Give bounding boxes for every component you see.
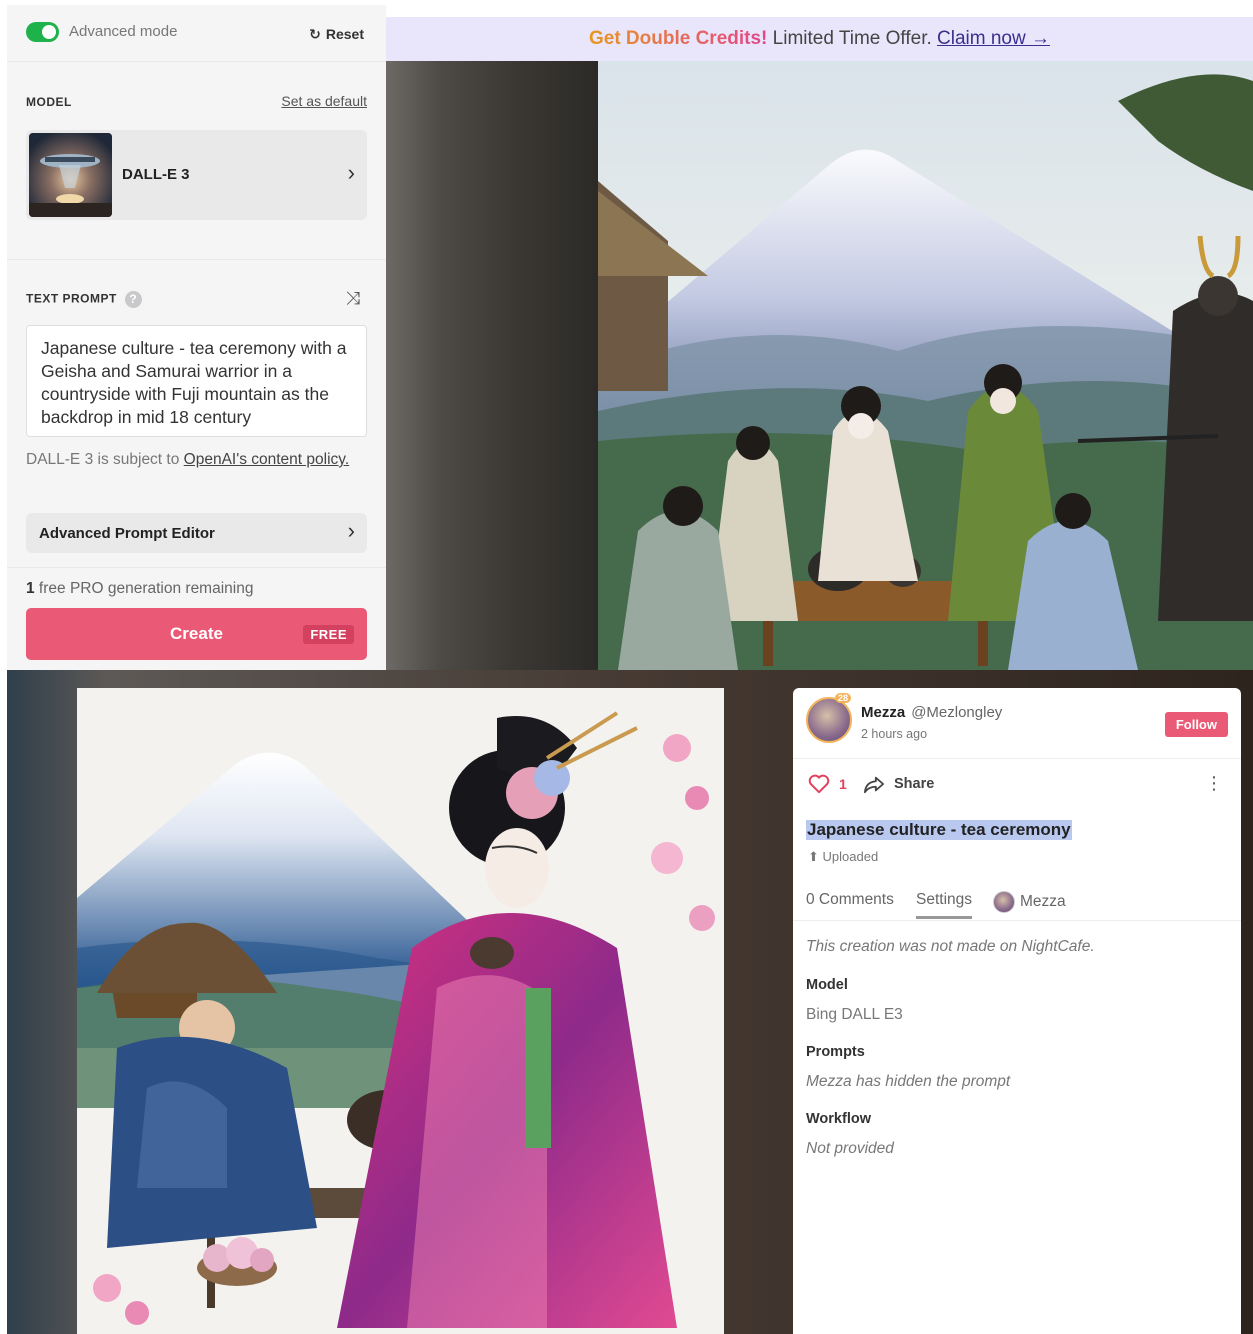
reset-button[interactable]: ↻ Reset xyxy=(309,26,364,43)
avatar xyxy=(993,891,1015,913)
advanced-mode-toggle[interactable] xyxy=(26,22,59,42)
refresh-icon: ↻ xyxy=(309,26,321,42)
generator-sidebar: Advanced mode ↻ Reset MODEL Set as defaul… xyxy=(7,5,386,670)
model-section-label: MODEL xyxy=(26,95,72,109)
policy-note: DALL-E 3 is subject to OpenAI's content … xyxy=(26,447,366,472)
remaining-generations: 1 free PRO generation remaining xyxy=(26,580,253,598)
text-prompt-label: TEXT PROMPT? xyxy=(26,291,142,308)
creation-detail-screen: 28 Mezza @Mezlongley 2 hours ago Follow 1… xyxy=(7,670,1253,1334)
workflow-label: Workflow xyxy=(806,1111,871,1127)
tab-author[interactable]: Mezza xyxy=(993,891,1066,913)
model-name: DALL-E 3 xyxy=(122,166,190,183)
follow-button[interactable]: Follow xyxy=(1164,712,1228,737)
advanced-mode-label: Advanced mode xyxy=(69,23,178,40)
text-prompt-label-text: TEXT PROMPT xyxy=(26,291,117,306)
content-policy-link[interactable]: OpenAI's content policy. xyxy=(184,451,350,468)
divider xyxy=(7,259,386,260)
policy-prefix: DALL-E 3 is subject to xyxy=(26,451,184,468)
prompts-label: Prompts xyxy=(806,1044,865,1060)
generator-screen: Advanced mode ↻ Reset MODEL Set as defaul… xyxy=(0,0,1253,670)
workflow-value: Not provided xyxy=(806,1140,894,1157)
free-badge: FREE xyxy=(303,625,354,644)
divider xyxy=(793,758,1241,759)
model-thumbnail xyxy=(29,133,112,217)
tab-comments[interactable]: 0 Comments xyxy=(806,891,894,909)
tab-settings[interactable]: Settings xyxy=(916,891,973,919)
advanced-prompt-editor-button[interactable]: Advanced Prompt Editor › xyxy=(26,513,367,553)
divider xyxy=(7,567,386,568)
user-name[interactable]: Mezza @Mezlongley xyxy=(861,704,1002,721)
prompts-value: Mezza has hidden the prompt xyxy=(806,1073,1011,1090)
user-display-name: Mezza xyxy=(861,704,906,721)
blurred-backdrop xyxy=(386,61,598,670)
model-selector[interactable]: DALL-E 3 › xyxy=(26,130,367,220)
creation-detail-panel: 28 Mezza @Mezlongley 2 hours ago Follow 1… xyxy=(793,688,1241,1334)
remaining-text: free PRO generation remaining xyxy=(34,580,254,597)
share-icon[interactable] xyxy=(863,774,885,799)
promo-text: Limited Time Offer. xyxy=(767,28,938,49)
share-button[interactable]: Share xyxy=(894,776,934,792)
promo-banner: Get Double Credits! Limited Time Offer. … xyxy=(386,17,1253,61)
chevron-right-icon: › xyxy=(347,518,355,543)
remaining-count: 1 xyxy=(26,580,35,597)
promo-highlight: Get Double Credits! xyxy=(588,28,768,49)
user-level-badge: 28 xyxy=(835,693,852,703)
help-icon[interactable]: ? xyxy=(124,291,142,308)
claim-now-link[interactable]: Claim now → xyxy=(937,28,1050,49)
advanced-prompt-editor-label: Advanced Prompt Editor xyxy=(39,525,215,542)
shuffle-icon[interactable]: ⤨ xyxy=(346,288,360,309)
posted-time: 2 hours ago xyxy=(861,727,928,741)
uploaded-status: ⬆ Uploaded xyxy=(808,849,878,865)
model-value: Bing DALL E3 xyxy=(806,1006,903,1023)
create-button[interactable]: Create FREE xyxy=(26,608,367,660)
avatar[interactable] xyxy=(806,697,852,743)
tab-author-label: Mezza xyxy=(1020,893,1066,911)
uploaded-label: Uploaded xyxy=(822,849,879,864)
reset-label: Reset xyxy=(325,26,364,42)
divider xyxy=(793,920,1241,921)
creation-title: Japanese culture - tea ceremony xyxy=(806,820,1072,840)
kebab-icon[interactable]: ⋮ xyxy=(1205,774,1223,792)
generated-artwork xyxy=(598,61,1253,670)
heart-icon[interactable] xyxy=(808,774,830,799)
model-label: Model xyxy=(806,977,848,993)
like-count: 1 xyxy=(839,776,847,792)
chevron-right-icon: › xyxy=(347,160,355,185)
set-as-default-link[interactable]: Set as default xyxy=(281,93,367,109)
user-handle: @Mezlongley xyxy=(911,704,1003,721)
upload-icon: ⬆ xyxy=(808,849,819,864)
creation-note: This creation was not made on NightCafe. xyxy=(806,938,1095,955)
prompt-input[interactable]: Japanese culture - tea ceremony with a G… xyxy=(26,325,367,437)
divider xyxy=(7,61,386,62)
creation-artwork[interactable] xyxy=(77,688,724,1334)
